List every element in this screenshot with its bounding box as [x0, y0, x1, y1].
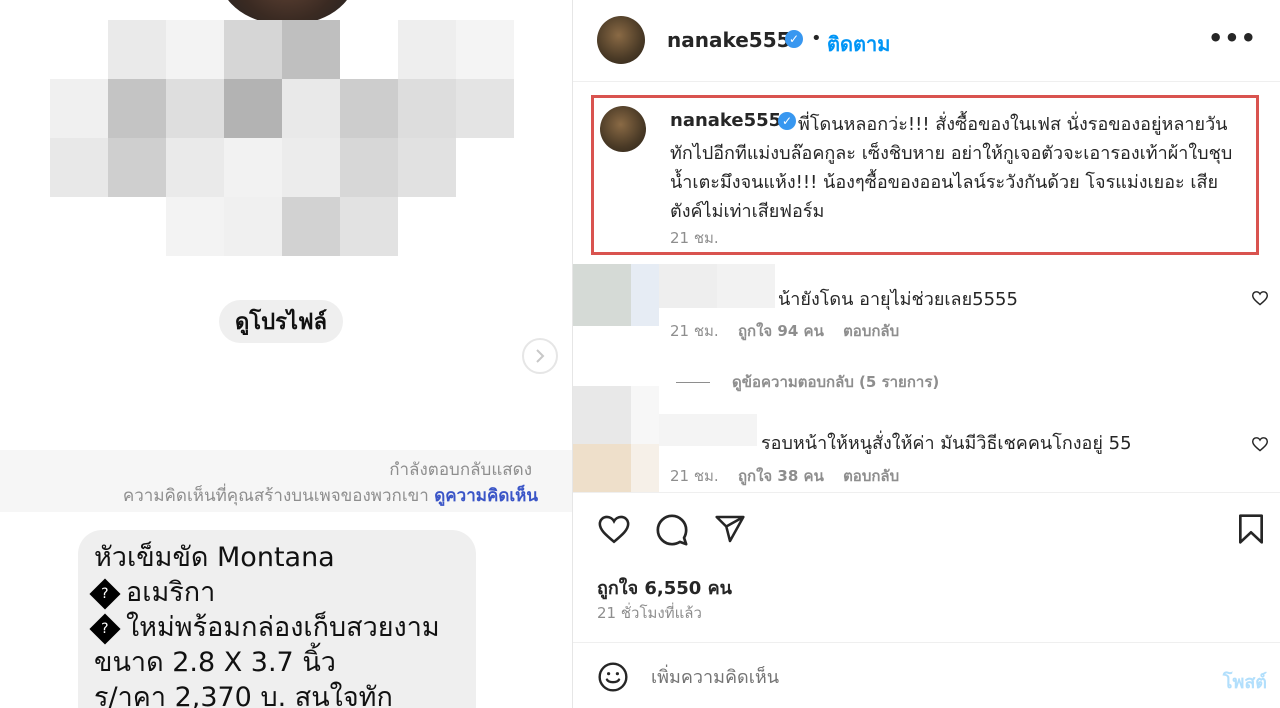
message-line: ร/าคา 2,370 บ. สนใจทัก — [94, 682, 393, 708]
message-bubble: หัวเข็มขัด Montana ? อเมริกา ? ใหม่พร้อมกล… — [78, 530, 476, 708]
caption-username[interactable]: nanake555 — [670, 110, 781, 131]
comment: รอบหน้าให้หนูสั่งให้ค่า มันมีวิธีเชคคนโก… — [573, 386, 1280, 492]
username-link[interactable]: nanake555 — [667, 28, 791, 52]
unknown-glyph-icon: ? — [89, 577, 121, 610]
separator-dot: • — [811, 28, 822, 49]
post-media: ดูโปรไฟล์ กำลังตอบกลับแสดง ความคิดเห็นที… — [0, 0, 572, 708]
view-comment-link[interactable]: ดูความคิดเห็น — [434, 486, 538, 506]
comment-likes[interactable]: ถูกใจ 94 คน — [738, 322, 824, 340]
blurred-avatar — [573, 264, 631, 326]
bookmark-icon[interactable] — [1237, 513, 1265, 549]
likes-count[interactable]: ถูกใจ 6,550 คน — [597, 573, 732, 602]
caption-timestamp: 21 ชม. — [670, 229, 719, 247]
message-line: ? อเมริกา — [89, 575, 460, 610]
reply-notice-line: ความคิดเห็นที่คุณสร้างบนเพจของพวกเขา ดูค… — [123, 482, 538, 509]
blurred-area — [631, 444, 659, 492]
chevron-right-icon[interactable] — [522, 338, 558, 374]
comment: น้ายังโดน อายุไม่ช่วยเลย5555 21 ชม. ถูกใ… — [573, 264, 1280, 364]
blurred-area — [631, 264, 659, 326]
comment-meta: 21 ชม. ถูกใจ 38 คน ตอบกลับ — [670, 464, 913, 488]
message-line: ขนาด 2.8 X 3.7 นิ้ว — [94, 647, 336, 678]
post-comment-button[interactable]: โพสต์ — [1223, 667, 1267, 696]
pixelated-image — [50, 20, 514, 256]
comment-text: น้ายังโดน อายุไม่ช่วยเลย5555 — [778, 289, 1018, 310]
reply-notice: กำลังตอบกลับแสดง ความคิดเห็นที่คุณสร้างบ… — [0, 450, 572, 512]
post-panel: nanake555 ✓ • ติดตาม ••• พี่โดนหลอกว่ะ!!… — [572, 0, 1280, 708]
heart-icon[interactable] — [1251, 290, 1269, 311]
reply-button[interactable]: ตอบกลับ — [843, 322, 899, 340]
more-options-icon[interactable]: ••• — [1208, 24, 1257, 52]
add-comment-bar: โพสต์ — [573, 642, 1280, 708]
blurred-username — [659, 264, 717, 308]
verified-badge-icon: ✓ — [785, 30, 803, 48]
unknown-glyph-icon: ? — [89, 612, 121, 645]
avatar[interactable] — [597, 16, 645, 64]
reply-notice-text-2: ความคิดเห็นที่คุณสร้างบนเพจของพวกเขา — [122, 486, 429, 506]
comment-time: 21 ชม. — [670, 467, 719, 485]
heart-icon[interactable] — [1251, 436, 1269, 457]
comment-meta: 21 ชม. ถูกใจ 94 คน ตอบกลับ — [670, 319, 913, 343]
post-caption: พี่โดนหลอกว่ะ!!! สั่งซื้อของในเฟส นั่งรอ… — [591, 95, 1259, 255]
comment-text: รอบหน้าให้หนูสั่งให้ค่า มันมีวิธีเชคคนโก… — [761, 433, 1132, 454]
view-profile-button[interactable]: ดูโปรไฟล์ — [219, 300, 344, 343]
message-line: ? ใหม่พร้อมกล่องเก็บสวยงาม — [89, 610, 460, 645]
emoji-icon[interactable] — [597, 661, 629, 697]
comment-icon[interactable] — [655, 513, 689, 551]
divider — [676, 382, 710, 383]
post-timestamp: 21 ชั่วโมงที่แล้ว — [597, 604, 702, 622]
reply-notice-text: กำลังตอบกลับแสดง — [389, 460, 532, 480]
comment-input[interactable] — [651, 659, 1171, 695]
comment-time: 21 ชม. — [670, 322, 719, 340]
post-actions: ถูกใจ 6,550 คน 21 ชั่วโมงที่แล้ว — [573, 492, 1280, 642]
message-line: หัวเข็มขัด Montana — [94, 542, 335, 573]
share-icon[interactable] — [713, 513, 747, 549]
follow-button[interactable]: ติดตาม — [827, 28, 890, 60]
blurred-area — [631, 386, 659, 444]
heart-icon[interactable] — [597, 513, 631, 549]
avatar[interactable] — [600, 106, 646, 152]
blurred-avatar — [573, 386, 631, 444]
reply-button[interactable]: ตอบกลับ — [843, 467, 899, 485]
verified-badge-icon: ✓ — [778, 112, 796, 130]
post-header: nanake555 ✓ • ติดตาม ••• — [573, 0, 1280, 82]
blurred-avatar — [573, 444, 631, 492]
blurred-username — [717, 264, 775, 308]
blurred-username — [659, 414, 757, 446]
comment-likes[interactable]: ถูกใจ 38 คน — [738, 467, 824, 485]
